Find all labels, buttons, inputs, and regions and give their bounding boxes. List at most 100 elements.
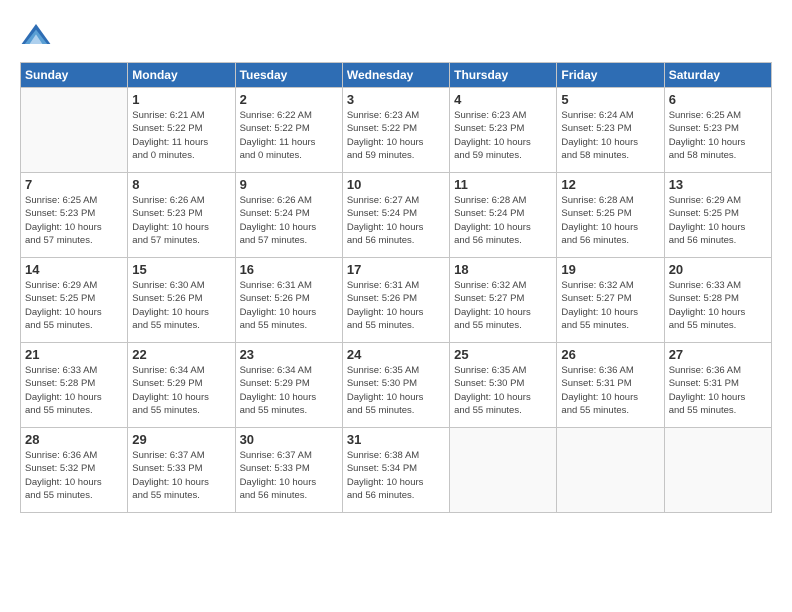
calendar-cell: 18 Sunrise: 6:32 AMSunset: 5:27 PMDayligh… <box>450 258 557 343</box>
calendar-cell: 12Sunrise: 6:28 AMSunset: 5:25 PMDayligh… <box>557 173 664 258</box>
day-number: 5 <box>561 92 659 107</box>
calendar-body: 1Sunrise: 6:21 AMSunset: 5:22 PMDaylight… <box>21 88 772 513</box>
day-info: Sunrise: 6:36 AMSunset: 5:32 PMDaylight:… <box>25 449 123 502</box>
day-number: 23 <box>240 347 338 362</box>
calendar-cell: 4Sunrise: 6:23 AMSunset: 5:23 PMDaylight… <box>450 88 557 173</box>
day-number: 6 <box>669 92 767 107</box>
calendar-cell: 7 Sunrise: 6:25 AMSunset: 5:23 PMDaylight… <box>21 173 128 258</box>
day-number: 11 <box>454 177 552 192</box>
calendar-cell <box>450 428 557 513</box>
calendar-cell: 1Sunrise: 6:21 AMSunset: 5:22 PMDaylight… <box>128 88 235 173</box>
day-number: 22 <box>132 347 230 362</box>
calendar-cell: 11 Sunrise: 6:28 AMSunset: 5:24 PMDayligh… <box>450 173 557 258</box>
day-number: 7 <box>25 177 123 192</box>
day-info: Sunrise: 6:27 AMSunset: 5:24 PMDaylight:… <box>347 194 445 247</box>
day-info: Sunrise: 6:34 AMSunset: 5:29 PMDaylight:… <box>240 364 338 417</box>
weekday-header-tuesday: Tuesday <box>235 63 342 88</box>
calendar-cell: 6 Sunrise: 6:25 AMSunset: 5:23 PMDaylight… <box>664 88 771 173</box>
day-number: 26 <box>561 347 659 362</box>
day-info: Sunrise: 6:26 AMSunset: 5:24 PMDaylight:… <box>240 194 338 247</box>
calendar-cell <box>21 88 128 173</box>
calendar-cell <box>664 428 771 513</box>
day-info: Sunrise: 6:36 AMSunset: 5:31 PMDaylight:… <box>669 364 767 417</box>
day-number: 1 <box>132 92 230 107</box>
day-info: Sunrise: 6:35 AMSunset: 5:30 PMDaylight:… <box>454 364 552 417</box>
day-info: Sunrise: 6:23 AMSunset: 5:23 PMDaylight:… <box>454 109 552 162</box>
day-info: Sunrise: 6:25 AMSunset: 5:23 PMDaylight:… <box>669 109 767 162</box>
day-info: Sunrise: 6:25 AMSunset: 5:23 PMDaylight:… <box>25 194 123 247</box>
calendar-cell: 8 Sunrise: 6:26 AMSunset: 5:23 PMDaylight… <box>128 173 235 258</box>
day-info: Sunrise: 6:35 AMSunset: 5:30 PMDaylight:… <box>347 364 445 417</box>
calendar-header: SundayMondayTuesdayWednesdayThursdayFrid… <box>21 63 772 88</box>
day-info: Sunrise: 6:33 AMSunset: 5:28 PMDaylight:… <box>25 364 123 417</box>
calendar-cell: 16Sunrise: 6:31 AMSunset: 5:26 PMDayligh… <box>235 258 342 343</box>
calendar-week-3: 14 Sunrise: 6:29 AMSunset: 5:25 PMDayligh… <box>21 258 772 343</box>
calendar-week-4: 21Sunrise: 6:33 AMSunset: 5:28 PMDayligh… <box>21 343 772 428</box>
day-info: Sunrise: 6:38 AMSunset: 5:34 PMDaylight:… <box>347 449 445 502</box>
calendar-cell: 17 Sunrise: 6:31 AMSunset: 5:26 PMDayligh… <box>342 258 449 343</box>
calendar-cell: 29 Sunrise: 6:37 AMSunset: 5:33 PMDayligh… <box>128 428 235 513</box>
day-info: Sunrise: 6:37 AMSunset: 5:33 PMDaylight:… <box>240 449 338 502</box>
day-info: Sunrise: 6:29 AMSunset: 5:25 PMDaylight:… <box>25 279 123 332</box>
calendar-cell: 22 Sunrise: 6:34 AMSunset: 5:29 PMDayligh… <box>128 343 235 428</box>
day-number: 24 <box>347 347 445 362</box>
day-number: 10 <box>347 177 445 192</box>
day-info: Sunrise: 6:32 AMSunset: 5:27 PMDaylight:… <box>561 279 659 332</box>
day-info: Sunrise: 6:30 AMSunset: 5:26 PMDaylight:… <box>132 279 230 332</box>
weekday-header-friday: Friday <box>557 63 664 88</box>
calendar-cell: 10 Sunrise: 6:27 AMSunset: 5:24 PMDayligh… <box>342 173 449 258</box>
calendar-cell: 24 Sunrise: 6:35 AMSunset: 5:30 PMDayligh… <box>342 343 449 428</box>
calendar-cell: 14 Sunrise: 6:29 AMSunset: 5:25 PMDayligh… <box>21 258 128 343</box>
day-number: 29 <box>132 432 230 447</box>
day-number: 25 <box>454 347 552 362</box>
weekday-header-saturday: Saturday <box>664 63 771 88</box>
day-number: 28 <box>25 432 123 447</box>
day-info: Sunrise: 6:37 AMSunset: 5:33 PMDaylight:… <box>132 449 230 502</box>
calendar-cell: 21Sunrise: 6:33 AMSunset: 5:28 PMDayligh… <box>21 343 128 428</box>
calendar-cell: 30 Sunrise: 6:37 AMSunset: 5:33 PMDayligh… <box>235 428 342 513</box>
calendar-cell: 13Sunrise: 6:29 AMSunset: 5:25 PMDayligh… <box>664 173 771 258</box>
day-info: Sunrise: 6:33 AMSunset: 5:28 PMDaylight:… <box>669 279 767 332</box>
day-number: 15 <box>132 262 230 277</box>
calendar-cell: 5Sunrise: 6:24 AMSunset: 5:23 PMDaylight… <box>557 88 664 173</box>
calendar-cell: 3 Sunrise: 6:23 AMSunset: 5:22 PMDaylight… <box>342 88 449 173</box>
day-number: 3 <box>347 92 445 107</box>
day-info: Sunrise: 6:32 AMSunset: 5:27 PMDaylight:… <box>454 279 552 332</box>
weekday-header-row: SundayMondayTuesdayWednesdayThursdayFrid… <box>21 63 772 88</box>
day-number: 18 <box>454 262 552 277</box>
calendar-cell: 23 Sunrise: 6:34 AMSunset: 5:29 PMDayligh… <box>235 343 342 428</box>
day-number: 30 <box>240 432 338 447</box>
calendar-week-5: 28 Sunrise: 6:36 AMSunset: 5:32 PMDayligh… <box>21 428 772 513</box>
day-number: 14 <box>25 262 123 277</box>
calendar-cell: 28 Sunrise: 6:36 AMSunset: 5:32 PMDayligh… <box>21 428 128 513</box>
day-info: Sunrise: 6:26 AMSunset: 5:23 PMDaylight:… <box>132 194 230 247</box>
day-info: Sunrise: 6:28 AMSunset: 5:24 PMDaylight:… <box>454 194 552 247</box>
calendar-cell: 19 Sunrise: 6:32 AMSunset: 5:27 PMDayligh… <box>557 258 664 343</box>
day-info: Sunrise: 6:23 AMSunset: 5:22 PMDaylight:… <box>347 109 445 162</box>
day-info: Sunrise: 6:28 AMSunset: 5:25 PMDaylight:… <box>561 194 659 247</box>
day-info: Sunrise: 6:31 AMSunset: 5:26 PMDaylight:… <box>347 279 445 332</box>
day-number: 2 <box>240 92 338 107</box>
day-number: 17 <box>347 262 445 277</box>
day-info: Sunrise: 6:36 AMSunset: 5:31 PMDaylight:… <box>561 364 659 417</box>
calendar-cell: 31Sunrise: 6:38 AMSunset: 5:34 PMDayligh… <box>342 428 449 513</box>
calendar-cell: 2Sunrise: 6:22 AMSunset: 5:22 PMDaylight… <box>235 88 342 173</box>
calendar-week-2: 7 Sunrise: 6:25 AMSunset: 5:23 PMDaylight… <box>21 173 772 258</box>
day-number: 19 <box>561 262 659 277</box>
day-number: 27 <box>669 347 767 362</box>
day-number: 9 <box>240 177 338 192</box>
weekday-header-wednesday: Wednesday <box>342 63 449 88</box>
day-info: Sunrise: 6:34 AMSunset: 5:29 PMDaylight:… <box>132 364 230 417</box>
calendar-cell: 27 Sunrise: 6:36 AMSunset: 5:31 PMDayligh… <box>664 343 771 428</box>
header <box>20 20 772 52</box>
calendar-cell: 20Sunrise: 6:33 AMSunset: 5:28 PMDayligh… <box>664 258 771 343</box>
day-number: 8 <box>132 177 230 192</box>
day-info: Sunrise: 6:29 AMSunset: 5:25 PMDaylight:… <box>669 194 767 247</box>
day-number: 16 <box>240 262 338 277</box>
logo <box>20 20 56 52</box>
calendar-cell <box>557 428 664 513</box>
weekday-header-monday: Monday <box>128 63 235 88</box>
logo-icon <box>20 20 52 52</box>
calendar: SundayMondayTuesdayWednesdayThursdayFrid… <box>20 62 772 513</box>
calendar-cell: 9 Sunrise: 6:26 AMSunset: 5:24 PMDaylight… <box>235 173 342 258</box>
